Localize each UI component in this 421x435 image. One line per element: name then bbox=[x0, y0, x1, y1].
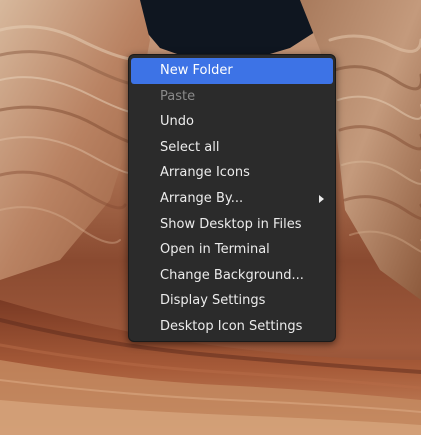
menu-item-label: Arrange Icons bbox=[160, 165, 250, 181]
menu-item-label: Show Desktop in Files bbox=[160, 216, 302, 232]
menu-item-label: Desktop Icon Settings bbox=[160, 318, 303, 334]
menu-item-show-desktop-in-files[interactable]: Show Desktop in Files bbox=[131, 212, 333, 238]
menu-item-paste[interactable]: Paste bbox=[131, 84, 333, 110]
menu-item-display-settings[interactable]: Display Settings bbox=[131, 288, 333, 314]
menu-item-label: Paste bbox=[160, 88, 196, 104]
menu-item-desktop-icon-settings[interactable]: Desktop Icon Settings bbox=[131, 314, 333, 340]
menu-item-label: New Folder bbox=[160, 63, 233, 78]
menu-item-label: Change Background... bbox=[160, 267, 304, 283]
menu-item-label: Arrange By... bbox=[160, 190, 244, 206]
menu-item-open-in-terminal[interactable]: Open in Terminal bbox=[131, 237, 333, 263]
menu-item-label: Undo bbox=[160, 114, 194, 130]
desktop-context-menu: New Folder Paste Undo Select all Arrange… bbox=[128, 54, 336, 342]
menu-item-label: Display Settings bbox=[160, 293, 266, 309]
menu-item-arrange-by[interactable]: Arrange By... bbox=[131, 186, 333, 212]
chevron-right-icon bbox=[319, 194, 324, 203]
menu-item-label: Select all bbox=[160, 139, 220, 155]
menu-item-new-folder[interactable]: New Folder bbox=[131, 58, 333, 84]
menu-item-change-background[interactable]: Change Background... bbox=[131, 263, 333, 289]
menu-item-undo[interactable]: Undo bbox=[131, 109, 333, 135]
menu-item-select-all[interactable]: Select all bbox=[131, 135, 333, 161]
menu-item-arrange-icons[interactable]: Arrange Icons bbox=[131, 160, 333, 186]
menu-item-label: Open in Terminal bbox=[160, 242, 270, 258]
